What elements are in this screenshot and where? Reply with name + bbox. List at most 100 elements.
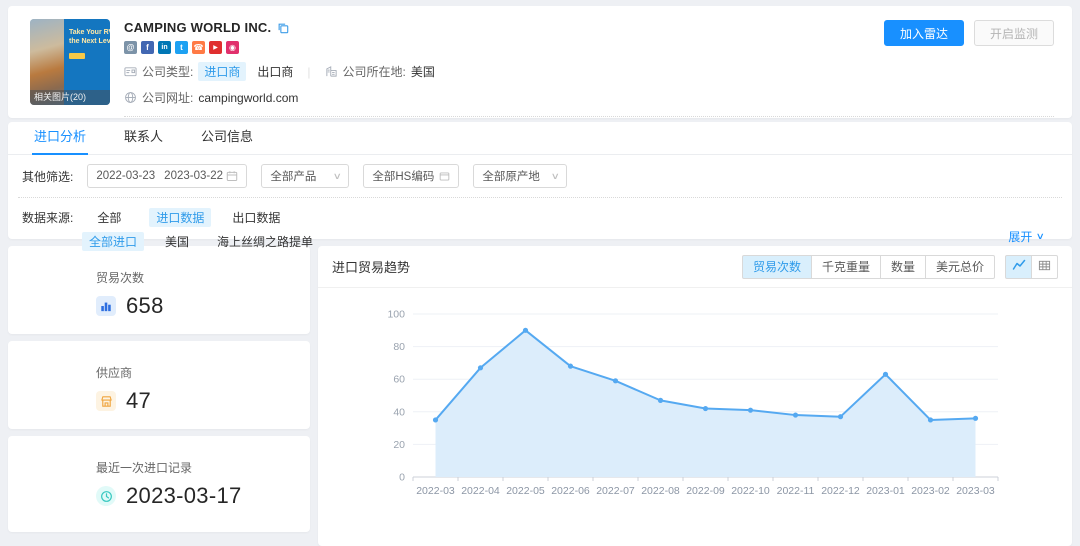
- svg-text:60: 60: [393, 374, 405, 386]
- company-type-label: 公司类型:: [142, 63, 193, 80]
- chart-header: 进口贸易趋势 贸易次数 千克重量 数量 美元总价: [318, 246, 1072, 288]
- svg-text:2022-03: 2022-03: [416, 485, 455, 497]
- globe-icon: [124, 91, 137, 104]
- stat-card-last-import: 最近一次进口记录 2023-03-17: [8, 436, 310, 532]
- date-end: 2023-03-22: [164, 170, 223, 182]
- metric-toggle-group: 贸易次数 千克重量 数量 美元总价: [742, 255, 995, 279]
- dotted-separator: [124, 116, 1054, 117]
- other-filters-label: 其他筛选:: [22, 168, 73, 185]
- chevron-down-icon: ∨: [550, 171, 559, 182]
- hs-code-select[interactable]: 全部HS编码: [363, 164, 459, 188]
- metric-kg-weight-button[interactable]: 千克重量: [811, 255, 881, 279]
- product-select[interactable]: 全部产品 ∨: [261, 164, 349, 188]
- company-type-icon: [124, 65, 137, 78]
- svg-text:2022-04: 2022-04: [461, 485, 500, 497]
- svg-text:100: 100: [387, 309, 405, 321]
- line-chart-view-button[interactable]: [1005, 255, 1032, 279]
- expand-link[interactable]: 展开 ∨: [1008, 228, 1044, 245]
- panel-icon: [439, 171, 450, 182]
- data-source-block: 数据来源: 全部 进口数据 出口数据 全部进口 美国 海上丝绸之路提单 展开 ∨: [8, 198, 1072, 252]
- origin-select-value: 全部原产地: [482, 168, 540, 184]
- filter-row: 其他筛选: 2022-03-23 2023-03-22 全部产品 ∨ 全部HS编…: [8, 155, 1072, 188]
- svg-text:2022-11: 2022-11: [777, 485, 815, 497]
- youtube-icon[interactable]: ▶: [209, 41, 222, 54]
- source-suboption-silk-road[interactable]: 海上丝绸之路提单: [217, 233, 313, 250]
- header-actions: 加入雷达 开启监测: [884, 20, 1054, 46]
- svg-text:2023-01: 2023-01: [866, 485, 905, 497]
- exporter-tag[interactable]: 出口商: [257, 63, 293, 80]
- view-toggle-group: [1005, 255, 1058, 279]
- company-name: CAMPING WORLD INC.: [124, 20, 271, 35]
- import-trend-card: 进口贸易趋势 贸易次数 千克重量 数量 美元总价: [318, 246, 1072, 546]
- source-option-all[interactable]: 全部: [97, 209, 121, 226]
- tab-company-info[interactable]: 公司信息: [201, 126, 253, 154]
- calendar-icon: [226, 170, 238, 182]
- tab-import-analysis[interactable]: 进口分析: [34, 126, 86, 154]
- metric-quantity-button[interactable]: 数量: [880, 255, 926, 279]
- date-range-picker[interactable]: 2022-03-23 2023-03-22: [87, 164, 247, 188]
- svg-text:2023-02: 2023-02: [911, 485, 950, 497]
- svg-text:2022-10: 2022-10: [731, 485, 770, 497]
- origin-select[interactable]: 全部原产地 ∨: [473, 164, 567, 188]
- company-header-card: Take Your RV to the Next Level 相关图片(20) …: [8, 6, 1072, 118]
- divider: |: [307, 65, 310, 79]
- expand-label: 展开: [1008, 228, 1032, 245]
- svg-text:2022-12: 2022-12: [821, 485, 860, 497]
- chevron-down-icon: ∨: [332, 171, 341, 182]
- svg-text:80: 80: [393, 341, 405, 353]
- metric-usd-total-button[interactable]: 美元总价: [925, 255, 995, 279]
- related-images-label[interactable]: 相关图片(20): [30, 90, 110, 105]
- location-icon: [325, 65, 338, 78]
- svg-text:2022-05: 2022-05: [506, 485, 545, 497]
- store-icon: [96, 391, 116, 411]
- table-icon: [1038, 259, 1051, 275]
- banner-text: the Next Level: [69, 37, 107, 46]
- banner-text: Take Your RV to: [69, 28, 107, 37]
- stat-label: 供应商: [96, 364, 310, 381]
- svg-text:40: 40: [393, 406, 405, 418]
- stats-column: 贸易次数 658 供应商 47 最近一次进口记录: [8, 246, 310, 546]
- source-option-export[interactable]: 出口数据: [232, 209, 280, 226]
- chart-controls: 贸易次数 千克重量 数量 美元总价: [742, 255, 1058, 279]
- clock-icon: [96, 486, 116, 506]
- table-view-button[interactable]: [1031, 255, 1058, 279]
- svg-text:2023-03: 2023-03: [956, 485, 995, 497]
- phone-icon[interactable]: ☎: [192, 41, 205, 54]
- stat-value: 658: [126, 293, 164, 319]
- metric-trade-count-button[interactable]: 贸易次数: [742, 255, 812, 279]
- monitor-button[interactable]: 开启监测: [974, 20, 1054, 46]
- stat-value: 2023-03-17: [126, 483, 242, 509]
- stat-value: 47: [126, 388, 151, 414]
- twitter-icon[interactable]: t: [175, 41, 188, 54]
- product-select-value: 全部产品: [270, 168, 316, 184]
- stat-card-suppliers: 供应商 47: [8, 341, 310, 429]
- tab-bar: 进口分析 联系人 公司信息: [8, 122, 1072, 155]
- bar-chart-icon: [96, 296, 116, 316]
- source-suboption-all-import[interactable]: 全部进口: [82, 232, 144, 251]
- facebook-icon[interactable]: f: [141, 41, 154, 54]
- svg-text:2022-07: 2022-07: [596, 485, 635, 497]
- chevron-down-icon: ∨: [1036, 231, 1045, 242]
- tab-contacts[interactable]: 联系人: [124, 126, 163, 154]
- source-suboption-usa[interactable]: 美国: [165, 233, 189, 250]
- analysis-panel-card: 进口分析 联系人 公司信息 其他筛选: 2022-03-23 2023-03-2…: [8, 122, 1072, 239]
- stat-label: 贸易次数: [96, 269, 310, 286]
- date-start: 2022-03-23: [96, 170, 155, 182]
- copy-icon[interactable]: [277, 22, 289, 34]
- location-value: 美国: [411, 63, 435, 80]
- svg-text:2022-06: 2022-06: [551, 485, 590, 497]
- importer-tag[interactable]: 进口商: [198, 62, 246, 81]
- website-at-icon[interactable]: @: [124, 41, 137, 54]
- svg-text:2022-09: 2022-09: [686, 485, 725, 497]
- instagram-icon[interactable]: ◉: [226, 41, 239, 54]
- chart-title: 进口贸易趋势: [332, 257, 410, 276]
- add-radar-button[interactable]: 加入雷达: [884, 20, 964, 46]
- svg-text:2022-08: 2022-08: [641, 485, 680, 497]
- linkedin-icon[interactable]: in: [158, 41, 171, 54]
- website-value[interactable]: campingworld.com: [198, 91, 298, 105]
- svg-text:0: 0: [399, 472, 405, 484]
- source-option-import[interactable]: 进口数据: [149, 208, 211, 227]
- chart-body: 0204060801002022-032022-042022-052022-06…: [318, 288, 1072, 506]
- company-image[interactable]: Take Your RV to the Next Level 相关图片(20): [30, 19, 110, 105]
- import-trend-chart: 0204060801002022-032022-042022-052022-06…: [325, 298, 1065, 503]
